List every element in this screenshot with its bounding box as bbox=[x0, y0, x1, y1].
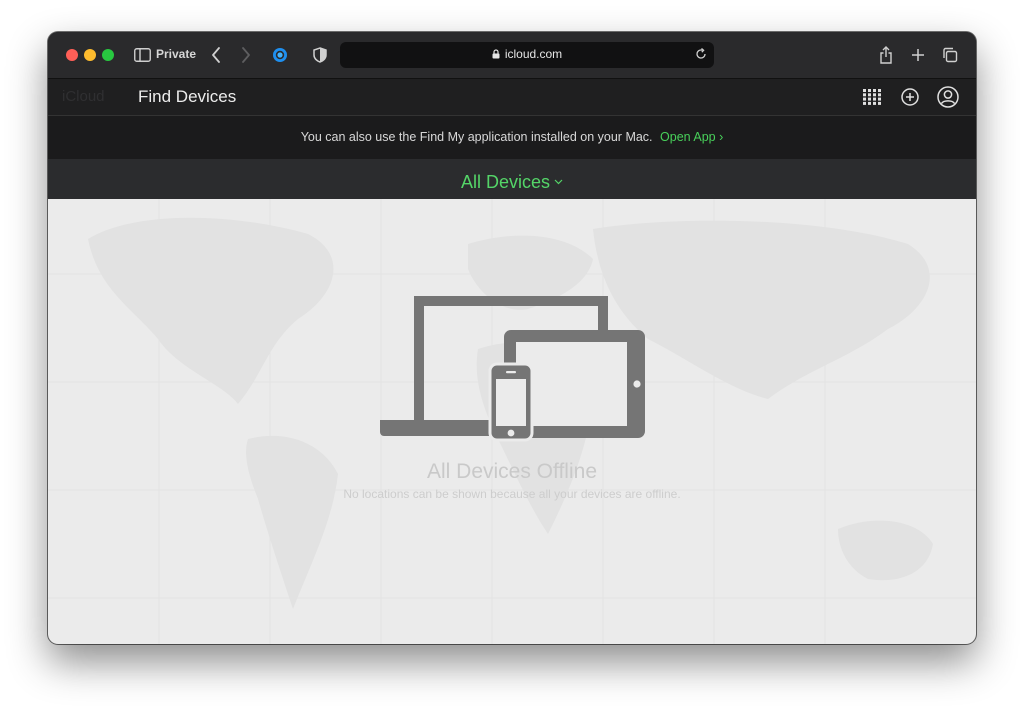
privacy-shield-icon[interactable] bbox=[310, 43, 330, 67]
address-bar[interactable]: icloud.com bbox=[340, 42, 714, 68]
sidebar-toggle-icon[interactable] bbox=[132, 43, 152, 67]
share-icon[interactable] bbox=[876, 43, 896, 67]
empty-state-title: All Devices Offline bbox=[426, 460, 597, 483]
all-devices-dropdown[interactable]: All Devices bbox=[461, 169, 563, 193]
icloud-header: iCloud Find Devices bbox=[48, 79, 976, 116]
devices-illustration bbox=[380, 296, 645, 442]
zoom-window-button[interactable] bbox=[102, 49, 114, 61]
forward-icon[interactable] bbox=[236, 43, 256, 67]
map-view[interactable]: All Devices Offline No locations can be … bbox=[48, 199, 976, 644]
minimize-window-button[interactable] bbox=[84, 49, 96, 61]
phone-icon bbox=[488, 362, 534, 442]
browser-window: Private icloud.com iCloud Find Devices Y… bbox=[48, 32, 976, 644]
close-window-button[interactable] bbox=[66, 49, 78, 61]
reload-icon[interactable] bbox=[694, 47, 708, 66]
new-tab-icon[interactable] bbox=[908, 43, 928, 67]
apps-grid-icon[interactable] bbox=[861, 86, 883, 108]
private-mode-label: Private bbox=[156, 47, 197, 61]
devices-bar: All Devices bbox=[48, 159, 976, 199]
empty-state-subtitle: No locations can be shown because all yo… bbox=[343, 487, 681, 501]
tab-overview-icon[interactable] bbox=[940, 43, 960, 67]
address-url: icloud.com bbox=[504, 47, 563, 61]
chevron-right-icon: › bbox=[719, 130, 724, 144]
icloud-brand[interactable]: iCloud bbox=[62, 88, 105, 105]
add-circle-icon[interactable] bbox=[899, 86, 921, 108]
browser-toolbar: Private icloud.com bbox=[48, 32, 976, 79]
page-title: Find Devices bbox=[138, 87, 237, 106]
open-app-link[interactable]: Open App › bbox=[660, 130, 723, 144]
chevron-down-icon bbox=[554, 169, 563, 190]
extension-icon[interactable] bbox=[270, 43, 290, 67]
banner-message: You can also use the Find My application… bbox=[300, 130, 653, 144]
account-icon[interactable] bbox=[937, 86, 959, 108]
find-my-banner: You can also use the Find My application… bbox=[48, 116, 976, 159]
lock-icon bbox=[492, 48, 500, 62]
back-icon[interactable] bbox=[206, 43, 226, 67]
